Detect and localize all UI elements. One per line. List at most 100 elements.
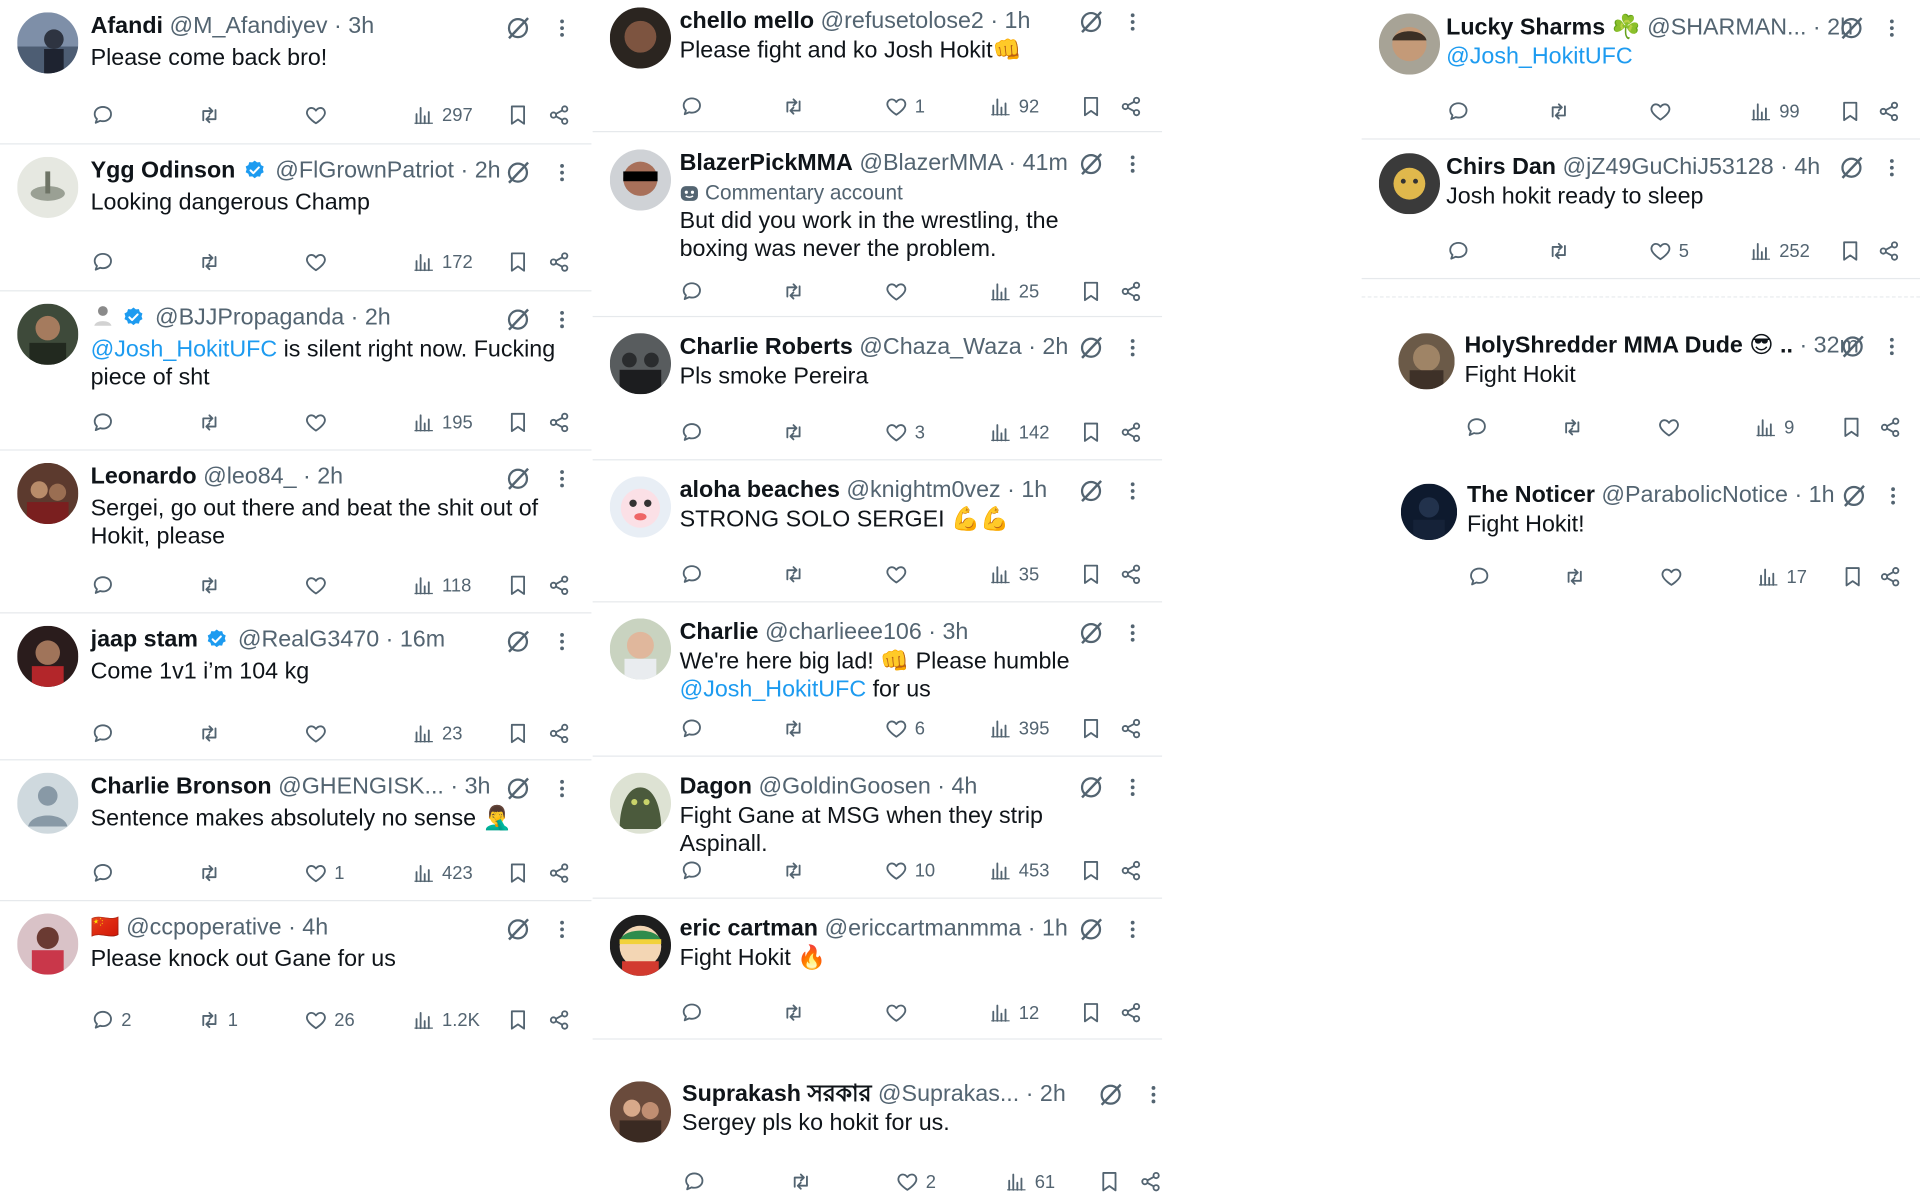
mention-link[interactable]: @Josh_HokitUFC bbox=[680, 677, 867, 703]
share-button[interactable] bbox=[1119, 277, 1143, 306]
more-icon[interactable] bbox=[556, 775, 568, 802]
views-button[interactable]: 23 bbox=[411, 719, 462, 748]
avatar[interactable] bbox=[17, 462, 79, 525]
avatar[interactable] bbox=[609, 618, 672, 680]
user-handle[interactable]: @BJJPropaganda bbox=[155, 305, 344, 331]
post-time[interactable]: 2h bbox=[1040, 1081, 1066, 1107]
grok-icon[interactable] bbox=[504, 628, 531, 655]
user-handle[interactable]: @ParabolicNotice bbox=[1601, 482, 1788, 508]
user-handle[interactable]: @leo84_ bbox=[203, 464, 296, 490]
user-handle[interactable]: @refusetolose2 bbox=[821, 9, 984, 35]
avatar[interactable] bbox=[1398, 333, 1455, 390]
share-button[interactable] bbox=[1119, 856, 1143, 885]
like-button[interactable]: 5 bbox=[1648, 236, 1689, 265]
post-time[interactable]: 3h bbox=[465, 774, 491, 800]
display-name[interactable]: Charlie Roberts bbox=[680, 334, 853, 360]
display-name[interactable]: Chirs Dan bbox=[1446, 154, 1556, 180]
post-time[interactable]: 3h bbox=[942, 620, 968, 646]
more-icon[interactable] bbox=[1127, 916, 1139, 943]
more-icon[interactable] bbox=[556, 306, 568, 333]
bookmark-button[interactable] bbox=[506, 247, 530, 276]
views-button[interactable]: 142 bbox=[988, 418, 1049, 447]
reply-button[interactable] bbox=[1467, 562, 1498, 591]
share-button[interactable] bbox=[1119, 418, 1143, 447]
repost-button[interactable] bbox=[197, 571, 228, 600]
reply-button[interactable] bbox=[682, 1167, 713, 1196]
more-icon[interactable] bbox=[1127, 620, 1139, 647]
like-button[interactable]: 6 bbox=[884, 714, 925, 743]
post-time[interactable]: 1h bbox=[1021, 478, 1047, 504]
post-time[interactable]: 1h bbox=[1042, 916, 1068, 942]
share-button[interactable] bbox=[1119, 714, 1143, 743]
views-button[interactable]: 25 bbox=[988, 277, 1039, 306]
reply-button[interactable] bbox=[91, 719, 122, 748]
like-button[interactable] bbox=[304, 408, 335, 437]
bookmark-button[interactable] bbox=[1079, 998, 1103, 1027]
avatar[interactable] bbox=[17, 913, 79, 975]
bookmark-button[interactable] bbox=[1840, 562, 1864, 591]
repost-button[interactable]: 1 bbox=[197, 1005, 238, 1034]
like-button[interactable] bbox=[304, 719, 335, 748]
like-button[interactable]: 2 bbox=[895, 1167, 936, 1196]
reply-post[interactable]: Charlie @charlieee106 · 3h We're here bi… bbox=[592, 602, 1163, 757]
avatar[interactable] bbox=[17, 156, 79, 218]
grok-icon[interactable] bbox=[504, 465, 531, 492]
repost-button[interactable] bbox=[1562, 562, 1593, 591]
bookmark-button[interactable] bbox=[506, 408, 530, 437]
like-button[interactable] bbox=[1648, 97, 1679, 126]
user-handle[interactable]: @FlGrownPatriot bbox=[275, 158, 454, 184]
avatar[interactable] bbox=[17, 12, 79, 74]
reply-post[interactable]: Chirs Dan @jZ49GuChiJ53128 · 4h Josh hok… bbox=[1361, 140, 1920, 280]
reply-button[interactable] bbox=[680, 418, 711, 447]
like-button[interactable]: 10 bbox=[884, 856, 935, 885]
grok-icon[interactable] bbox=[1840, 482, 1867, 509]
share-button[interactable] bbox=[547, 247, 571, 276]
share-button[interactable] bbox=[547, 858, 571, 887]
post-time[interactable]: 16m bbox=[400, 627, 445, 653]
repost-button[interactable] bbox=[781, 277, 812, 306]
views-button[interactable]: 118 bbox=[411, 571, 471, 600]
grok-icon[interactable] bbox=[1838, 15, 1865, 42]
repost-button[interactable] bbox=[789, 1167, 820, 1196]
share-button[interactable] bbox=[547, 719, 571, 748]
share-button[interactable] bbox=[1119, 560, 1143, 589]
share-button[interactable] bbox=[547, 1005, 571, 1034]
reply-post[interactable]: Suprakash সরকার @Suprakas... · 2h Sergey… bbox=[593, 1060, 1162, 1200]
user-handle[interactable]: @M_Afandiyev bbox=[169, 13, 327, 39]
display-name[interactable]: Charlie bbox=[680, 620, 759, 646]
views-button[interactable]: 195 bbox=[411, 408, 473, 437]
share-button[interactable] bbox=[1119, 92, 1143, 121]
reply-button[interactable] bbox=[91, 858, 122, 887]
bookmark-button[interactable] bbox=[1079, 560, 1103, 589]
post-time[interactable]: 2h bbox=[475, 158, 501, 184]
more-icon[interactable] bbox=[1886, 15, 1898, 42]
avatar[interactable] bbox=[1378, 13, 1441, 75]
display-name[interactable]: Leonardo bbox=[91, 464, 197, 490]
reply-button[interactable] bbox=[680, 277, 711, 306]
reply-post[interactable]: aloha beaches @knightm0vez · 1h STRONG S… bbox=[592, 460, 1163, 603]
reply-post[interactable]: Charlie Bronson @GHENGISK... · 3h Senten… bbox=[0, 760, 592, 902]
like-button[interactable] bbox=[304, 100, 335, 129]
more-icon[interactable] bbox=[556, 15, 568, 42]
repost-button[interactable] bbox=[781, 714, 812, 743]
user-handle[interactable]: @ericcartmanmma bbox=[824, 916, 1021, 942]
views-button[interactable]: 423 bbox=[411, 858, 473, 887]
repost-button[interactable] bbox=[781, 856, 812, 885]
display-name[interactable]: jaap stam bbox=[91, 627, 198, 653]
like-button[interactable]: 1 bbox=[304, 858, 345, 887]
more-icon[interactable] bbox=[556, 159, 568, 186]
user-handle[interactable]: @GHENGISK... bbox=[278, 774, 444, 800]
post-time[interactable]: 1h bbox=[1809, 482, 1835, 508]
bookmark-button[interactable] bbox=[1079, 418, 1103, 447]
repost-button[interactable] bbox=[197, 858, 228, 887]
like-button[interactable] bbox=[884, 277, 915, 306]
more-icon[interactable] bbox=[1127, 334, 1139, 361]
post-time[interactable]: 2h bbox=[365, 305, 391, 331]
views-button[interactable]: 99 bbox=[1749, 97, 1800, 126]
more-icon[interactable] bbox=[1127, 774, 1139, 801]
bookmark-button[interactable] bbox=[1097, 1167, 1121, 1196]
more-icon[interactable] bbox=[556, 628, 568, 655]
more-icon[interactable] bbox=[1127, 151, 1139, 178]
views-button[interactable]: 1.2K bbox=[411, 1005, 480, 1034]
user-handle[interactable]: @RealG3470 bbox=[238, 627, 379, 653]
